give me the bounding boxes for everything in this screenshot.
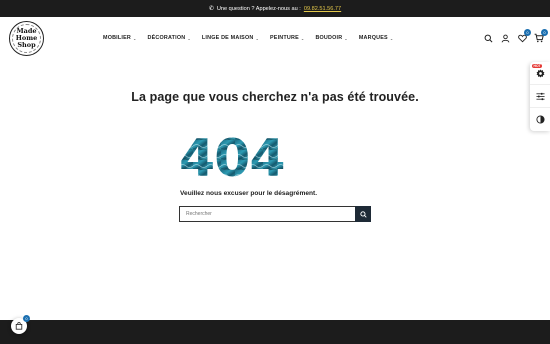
phone-icon: ✆ xyxy=(208,6,214,12)
chevron-down-icon: ⌄ xyxy=(255,35,260,41)
nav-label: MOBILIER xyxy=(103,35,131,41)
logo-text-shop: Shop xyxy=(17,41,36,49)
chevron-down-icon: ⌄ xyxy=(344,35,348,41)
site-header: Made Home Shop MOBILIER ⌄ DÉCORATION ⌄ LIN… xyxy=(0,17,550,59)
main-nav: MOBILIER ⌄ DÉCORATION ⌄ LINGE DE MAISON ⌄ P… xyxy=(103,17,393,59)
nav-item-boudoir[interactable]: BOUDOIR ⌄ xyxy=(315,35,347,41)
error-message: Veuillez nous excuser pour le désagrémen… xyxy=(180,190,318,197)
announcement-text: Une question ? Appelez-nous au : xyxy=(216,5,301,12)
logo-text-made: Made xyxy=(16,27,37,35)
nav-item-mobilier[interactable]: MOBILIER ⌄ xyxy=(103,35,137,41)
chevron-down-icon: ⌄ xyxy=(300,35,305,41)
nav-item-peinture[interactable]: PEINTURE ⌄ xyxy=(270,35,304,41)
chevron-down-icon: ⌄ xyxy=(132,35,137,41)
search-input[interactable] xyxy=(179,206,355,222)
nav-item-linge-de-maison[interactable]: LINGE DE MAISON ⌄ xyxy=(202,35,259,41)
search-icon xyxy=(359,210,367,218)
hot-badge: HOT xyxy=(532,64,543,68)
phone-link[interactable]: 09.82.51.56.77 xyxy=(304,6,341,12)
logo-text-home: Home xyxy=(15,34,38,42)
floating-cart-button[interactable]: 0 xyxy=(11,315,30,334)
nav-label: LINGE DE MAISON xyxy=(201,35,254,41)
error-code-graphic: 404 xyxy=(179,130,286,178)
contrast-toggle-button[interactable] xyxy=(530,108,550,131)
site-footer xyxy=(0,320,550,344)
wishlist-icon[interactable]: 0 xyxy=(517,29,531,43)
cart-count-badge: 0 xyxy=(541,29,548,36)
error-code-text: 404 xyxy=(179,130,285,178)
cart-icon[interactable]: 0 xyxy=(534,29,548,43)
contrast-icon xyxy=(535,115,545,124)
nav-label: PEINTURE xyxy=(270,35,299,41)
chevron-down-icon: ⌄ xyxy=(389,35,394,41)
nav-item-marques[interactable]: MARQUES ⌄ xyxy=(359,35,394,41)
site-logo[interactable]: Made Home Shop xyxy=(9,21,44,56)
nav-label: BOUDOIR xyxy=(315,35,343,41)
chevron-down-icon: ⌄ xyxy=(187,35,191,41)
floating-cart-count: 0 xyxy=(23,315,30,322)
nav-item-decoration[interactable]: DÉCORATION ⌄ xyxy=(148,35,191,41)
search-submit-button[interactable] xyxy=(355,206,371,222)
header-actions: 0 0 xyxy=(483,17,548,59)
search-form xyxy=(179,206,371,222)
settings-button[interactable]: HOT xyxy=(530,62,550,85)
wishlist-count-badge: 0 xyxy=(524,29,531,36)
announcement-bar: ✆ Une question ? Appelez-nous au : 09.82… xyxy=(0,0,550,17)
user-icon[interactable] xyxy=(500,33,510,43)
nav-label: DÉCORATION xyxy=(147,35,186,41)
page-title: La page que vous cherchez n'a pas été tr… xyxy=(131,90,419,104)
search-icon[interactable] xyxy=(483,33,493,43)
gear-icon xyxy=(536,68,544,78)
shopping-bag-icon xyxy=(15,322,23,330)
nav-label: MARQUES xyxy=(358,35,388,41)
